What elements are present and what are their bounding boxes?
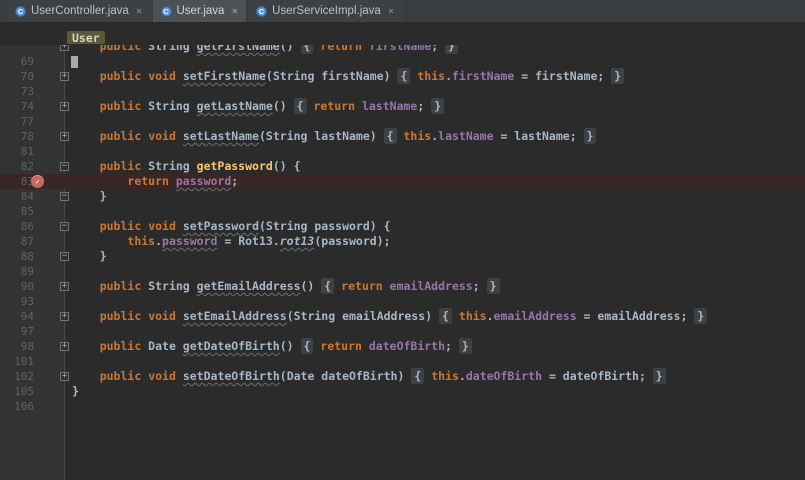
ide-editor-window: C UserController.java ✕ C User.java ✕ C UserSer… — [0, 0, 805, 480]
line-number[interactable]: 98 — [0, 339, 34, 354]
caret-block — [71, 56, 78, 68]
tab-label: User.java — [177, 5, 225, 17]
line-number[interactable]: 85 — [0, 204, 34, 219]
line-number[interactable]: 77 — [0, 114, 34, 129]
code-line[interactable]: 97 — [0, 324, 805, 339]
code-line[interactable]: 74 + public String getLastName() { return… — [0, 99, 805, 114]
expand-icon[interactable]: + — [60, 312, 69, 321]
collapse-icon[interactable]: − — [60, 252, 69, 261]
line-number[interactable]: 86 — [0, 219, 34, 234]
line-number[interactable]: 90 — [0, 279, 34, 294]
line-number[interactable]: 89 — [0, 264, 34, 279]
line-number[interactable]: 81 — [0, 144, 34, 159]
line-number[interactable]: 69 — [0, 54, 34, 69]
code-line[interactable]: 98 + public Date getDateOfBirth() { retur… — [0, 339, 805, 354]
code-line[interactable]: 106 — [0, 399, 805, 414]
code-line[interactable]: 89 — [0, 264, 805, 279]
line-number[interactable]: 94 — [0, 309, 34, 324]
code-line[interactable]: 84 − } — [0, 189, 805, 204]
close-icon[interactable]: ✕ — [136, 7, 143, 16]
code-line[interactable]: 85 — [0, 204, 805, 219]
expand-icon[interactable]: + — [60, 102, 69, 111]
collapse-icon[interactable]: − — [60, 192, 69, 201]
code-line[interactable]: 81 — [0, 144, 805, 159]
expand-icon[interactable]: + — [60, 342, 69, 351]
class-icon: C — [15, 6, 26, 17]
tab-label: UserController.java — [31, 5, 129, 17]
code-text: public String getPassword() { — [72, 159, 805, 174]
class-icon: C — [161, 6, 172, 17]
code-line[interactable]: 78 + public void setLastName(String lastN… — [0, 129, 805, 144]
code-line[interactable]: 101 — [0, 354, 805, 369]
code-line[interactable]: 77 — [0, 114, 805, 129]
code-line[interactable]: 87 this.password = Rot13.rot13(password)… — [0, 234, 805, 249]
code-line[interactable]: 88 − } — [0, 249, 805, 264]
tab-user-java[interactable]: C User.java ✕ — [153, 0, 247, 22]
code-text: public String getLastName() { return las… — [72, 99, 805, 114]
line-number[interactable]: 70 — [0, 69, 34, 84]
code-text: public void setPassword(String password)… — [72, 219, 805, 234]
code-text: return password; — [72, 174, 805, 189]
line-number[interactable]: 84 — [0, 189, 34, 204]
collapse-icon[interactable]: − — [60, 222, 69, 231]
line-number[interactable]: 101 — [0, 354, 34, 369]
code-line[interactable]: 82 − public String getPassword() { — [0, 159, 805, 174]
class-icon: C — [256, 6, 267, 17]
line-number[interactable]: 83 — [0, 174, 34, 189]
code-line[interactable]: 102 + public void setDateOfBirth(Date dat… — [0, 369, 805, 384]
code-text: public Date getDateOfBirth() { return da… — [72, 339, 805, 354]
line-number[interactable]: 87 — [0, 234, 34, 249]
line-number[interactable]: 102 — [0, 369, 34, 384]
code-line[interactable]: 86 − public void setPassword(String passw… — [0, 219, 805, 234]
close-icon[interactable]: ✕ — [231, 7, 238, 16]
expand-icon[interactable]: + — [60, 282, 69, 291]
breadcrumb-user[interactable]: User — [67, 31, 105, 44]
close-icon[interactable]: ✕ — [388, 7, 395, 16]
code-text: } — [72, 249, 805, 264]
tab-usercontroller-java[interactable]: C UserController.java ✕ — [7, 0, 151, 22]
line-number[interactable]: 78 — [0, 129, 34, 144]
code-text: this.password = Rot13.rot13(password); — [72, 234, 805, 249]
breadcrumbs-bar: User — [0, 23, 805, 45]
editor[interactable]: + public String getFirstName() { return … — [0, 39, 805, 414]
line-number[interactable]: 73 — [0, 84, 34, 99]
tab-userserviceimpl-java[interactable]: C UserServiceImpl.java ✕ — [248, 0, 402, 22]
code-text: } — [72, 189, 805, 204]
code-line[interactable]: 93 — [0, 294, 805, 309]
line-number[interactable]: 74 — [0, 99, 34, 114]
expand-icon[interactable]: + — [60, 72, 69, 81]
code-line[interactable]: 90 + public String getEmailAddress() { re… — [0, 279, 805, 294]
code-line[interactable]: 69 — [0, 54, 805, 69]
tab-bar: C UserController.java ✕ C User.java ✕ C UserSer… — [0, 0, 805, 23]
code-text: public void setDateOfBirth(Date dateOfBi… — [72, 369, 805, 384]
code-text: public void setEmailAddress(String email… — [72, 309, 805, 324]
line-number[interactable]: 82 — [0, 159, 34, 174]
line-number[interactable]: 93 — [0, 294, 34, 309]
code-text: public String getEmailAddress() { return… — [72, 279, 805, 294]
code-text: } — [72, 384, 805, 399]
code-line[interactable]: 83✓ return password; — [0, 174, 805, 189]
breakpoint-icon[interactable]: ✓ — [31, 175, 44, 188]
tab-label: UserServiceImpl.java — [272, 5, 381, 17]
code-text: public void setFirstName(String firstNam… — [72, 69, 805, 84]
line-number[interactable]: 106 — [0, 399, 34, 414]
line-number[interactable]: 97 — [0, 324, 34, 339]
code-line[interactable]: 73 — [0, 84, 805, 99]
code-line[interactable]: 94 + public void setEmailAddress(String e… — [0, 309, 805, 324]
line-number[interactable]: 105 — [0, 384, 34, 399]
code-line[interactable]: 70 + public void setFirstName(String firs… — [0, 69, 805, 84]
collapse-icon[interactable]: − — [60, 162, 69, 171]
expand-icon[interactable]: + — [60, 372, 69, 381]
line-number[interactable]: 88 — [0, 249, 34, 264]
expand-icon[interactable]: + — [60, 132, 69, 141]
code-line[interactable]: 105} — [0, 384, 805, 399]
code-text: public void setLastName(String lastName)… — [72, 129, 805, 144]
